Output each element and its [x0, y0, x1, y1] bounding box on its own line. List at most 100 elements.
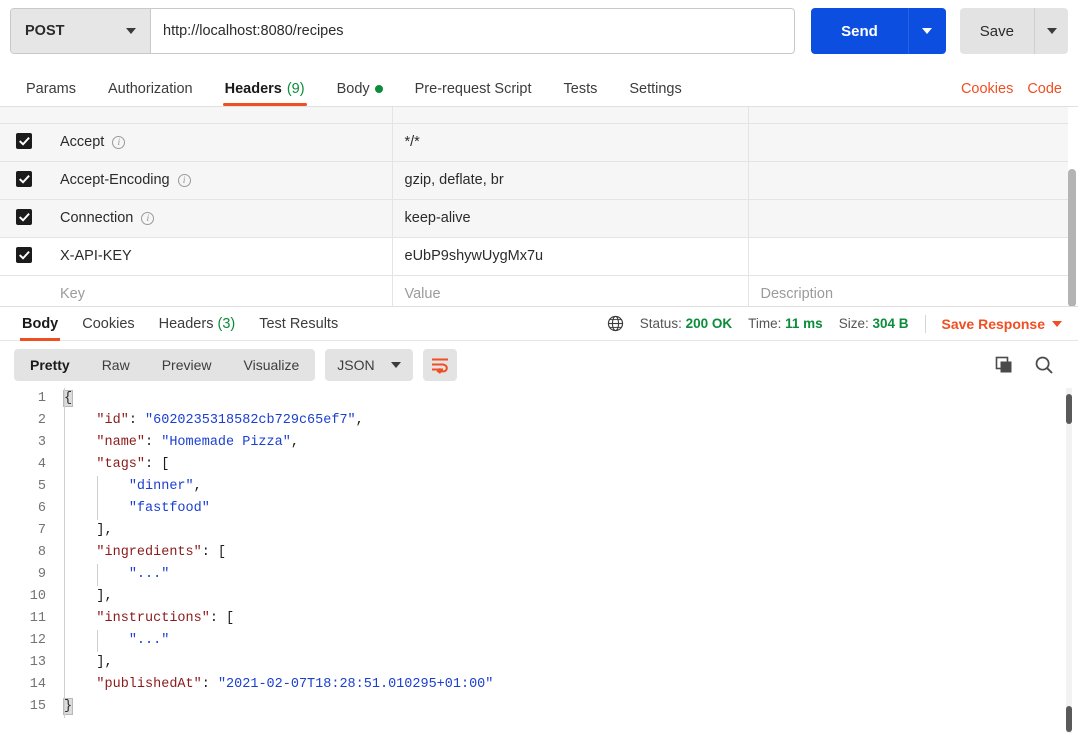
row-key-cell[interactable]: Connection i — [48, 199, 393, 238]
response-tab-cookies[interactable]: Cookies — [70, 307, 146, 341]
code-link[interactable]: Code — [1027, 81, 1062, 97]
row-checkbox-cell[interactable] — [0, 161, 48, 200]
request-tab-authorization[interactable]: Authorization — [92, 81, 209, 106]
request-tab-tests[interactable]: Tests — [548, 81, 614, 106]
code-line[interactable]: ], — [64, 652, 1078, 674]
code-lines[interactable]: { "id": "6020235318582cb729c65ef7", "nam… — [58, 388, 1078, 718]
row-value-cell[interactable]: eUbP9shywUygMx7u — [392, 237, 749, 276]
request-tab-body[interactable]: Body — [321, 81, 399, 106]
row-description-cell[interactable] — [748, 123, 1068, 162]
row-checkbox-cell[interactable] — [0, 107, 48, 124]
response-tab-body[interactable]: Body — [10, 307, 70, 341]
view-mode-preview[interactable]: Preview — [146, 349, 228, 381]
copy-icon[interactable] — [994, 355, 1014, 375]
new-value-input[interactable]: Value — [392, 275, 749, 306]
row-key-cell[interactable]: X-API-KEY — [48, 237, 393, 276]
row-value-cell[interactable] — [392, 107, 749, 124]
response-tab-headers[interactable]: Headers (3) — [147, 307, 248, 341]
view-mode-visualize[interactable]: Visualize — [228, 349, 316, 381]
request-tab-settings[interactable]: Settings — [613, 81, 697, 106]
response-format-dropdown[interactable]: JSON — [325, 348, 413, 381]
code-line[interactable]: } — [62, 696, 1078, 718]
code-line[interactable]: { — [62, 388, 1078, 410]
code-token: "ingredients" — [96, 545, 202, 560]
chevron-down-icon — [1052, 320, 1062, 327]
code-line[interactable]: "instructions": [ — [64, 608, 1078, 630]
send-group: Send — [811, 8, 946, 54]
row-value-cell[interactable]: keep-alive — [392, 199, 749, 238]
row-description-cell[interactable] — [748, 199, 1068, 238]
row-value-cell[interactable]: */* — [392, 123, 749, 162]
view-mode-raw[interactable]: Raw — [86, 349, 146, 381]
save-response-button[interactable]: Save Response — [941, 315, 1062, 332]
row-value-cell[interactable]: gzip, deflate, br — [392, 161, 749, 200]
row-checkbox-cell[interactable] — [0, 275, 48, 306]
new-description-input[interactable]: Description — [748, 275, 1068, 306]
code-line[interactable]: "id": "6020235318582cb729c65ef7", — [64, 410, 1078, 432]
code-line[interactable]: "ingredients": [ — [64, 542, 1078, 564]
request-tab-pre-request-script[interactable]: Pre-request Script — [399, 81, 548, 106]
header-enabled-checkbox[interactable] — [16, 133, 32, 150]
row-key-cell[interactable]: Accept i — [48, 123, 393, 162]
row-description-cell[interactable] — [748, 237, 1068, 276]
row-key-cell[interactable]: Accept-Encoding i — [48, 161, 393, 200]
row-checkbox-cell[interactable] — [0, 237, 48, 276]
response-tab-test-results[interactable]: Test Results — [247, 307, 350, 341]
row-key-cell[interactable] — [48, 107, 393, 124]
save-response-label: Save Response — [941, 315, 1046, 332]
send-options-dropdown[interactable] — [907, 8, 946, 54]
header-enabled-checkbox[interactable] — [16, 209, 32, 226]
response-body-scrollbar[interactable] — [1066, 388, 1072, 733]
table-row-new[interactable]: Key Value Description — [0, 275, 1068, 306]
body-present-dot-icon — [374, 85, 383, 93]
view-mode-pretty[interactable]: Pretty — [14, 349, 86, 381]
header-enabled-checkbox[interactable] — [16, 171, 32, 188]
code-line[interactable]: ], — [64, 586, 1078, 608]
headers-scrollbar-thumb[interactable] — [1068, 169, 1076, 306]
new-key-input[interactable]: Key — [48, 275, 393, 306]
code-line[interactable]: ], — [64, 520, 1078, 542]
row-checkbox-cell[interactable] — [0, 199, 48, 238]
line-number: 3 — [37, 435, 46, 450]
response-body-viewer[interactable]: 1 2 3 4 5 6 7 8 9 10 11 12 13 14 15 { "id": "602023531… — [0, 388, 1078, 733]
headers-table-scrollbar[interactable] — [1068, 107, 1076, 306]
request-tabs: Params Authorization Headers (9) Body Pre-req… — [0, 62, 1078, 106]
row-description-cell[interactable] — [748, 161, 1068, 200]
line-number: 1 — [37, 391, 46, 406]
send-button[interactable]: Send — [811, 8, 908, 54]
table-row[interactable]: X-API-KEY eUbP9shywUygMx7u — [0, 237, 1068, 276]
line-number: 9 — [37, 567, 46, 582]
response-scrollbar-thumb-top[interactable] — [1066, 394, 1072, 424]
line-number: 13 — [29, 655, 46, 670]
code-line[interactable]: "publishedAt": "2021-02-07T18:28:51.0102… — [64, 674, 1078, 696]
table-row[interactable] — [0, 107, 1068, 124]
request-tab-headers[interactable]: Headers (9) — [209, 81, 321, 106]
word-wrap-toggle[interactable] — [422, 348, 457, 381]
search-icon[interactable] — [1034, 355, 1054, 375]
code-line[interactable]: "name": "Homemade Pizza", — [64, 432, 1078, 454]
http-method-dropdown[interactable]: POST — [11, 9, 151, 53]
code-line[interactable]: "dinner", — [64, 476, 1078, 498]
table-row[interactable]: Accept-Encoding i gzip, deflate, br — [0, 161, 1068, 200]
save-options-dropdown[interactable] — [1034, 8, 1068, 54]
row-checkbox-cell[interactable] — [0, 123, 48, 162]
indent-guide-instructions — [97, 630, 98, 652]
code-line[interactable]: "..." — [64, 630, 1078, 652]
request-tab-params[interactable]: Params — [10, 81, 92, 106]
response-scrollbar-thumb-bottom[interactable] — [1066, 706, 1072, 732]
code-line[interactable]: "fastfood" — [64, 498, 1078, 520]
info-icon[interactable]: i — [177, 173, 191, 187]
info-icon[interactable]: i — [112, 135, 126, 149]
save-button[interactable]: Save — [959, 8, 1034, 54]
header-enabled-checkbox[interactable] — [16, 247, 32, 264]
code-line[interactable]: "..." — [64, 564, 1078, 586]
info-icon[interactable]: i — [141, 211, 155, 225]
code-line[interactable]: "tags": [ — [64, 454, 1078, 476]
table-row[interactable]: Accept i */* — [0, 123, 1068, 162]
globe-icon[interactable] — [607, 315, 624, 332]
request-url-input[interactable] — [151, 9, 795, 53]
line-number: 8 — [37, 545, 46, 560]
cookies-link[interactable]: Cookies — [961, 81, 1013, 97]
row-description-cell[interactable] — [748, 107, 1068, 124]
table-row[interactable]: Connection i keep-alive — [0, 199, 1068, 238]
